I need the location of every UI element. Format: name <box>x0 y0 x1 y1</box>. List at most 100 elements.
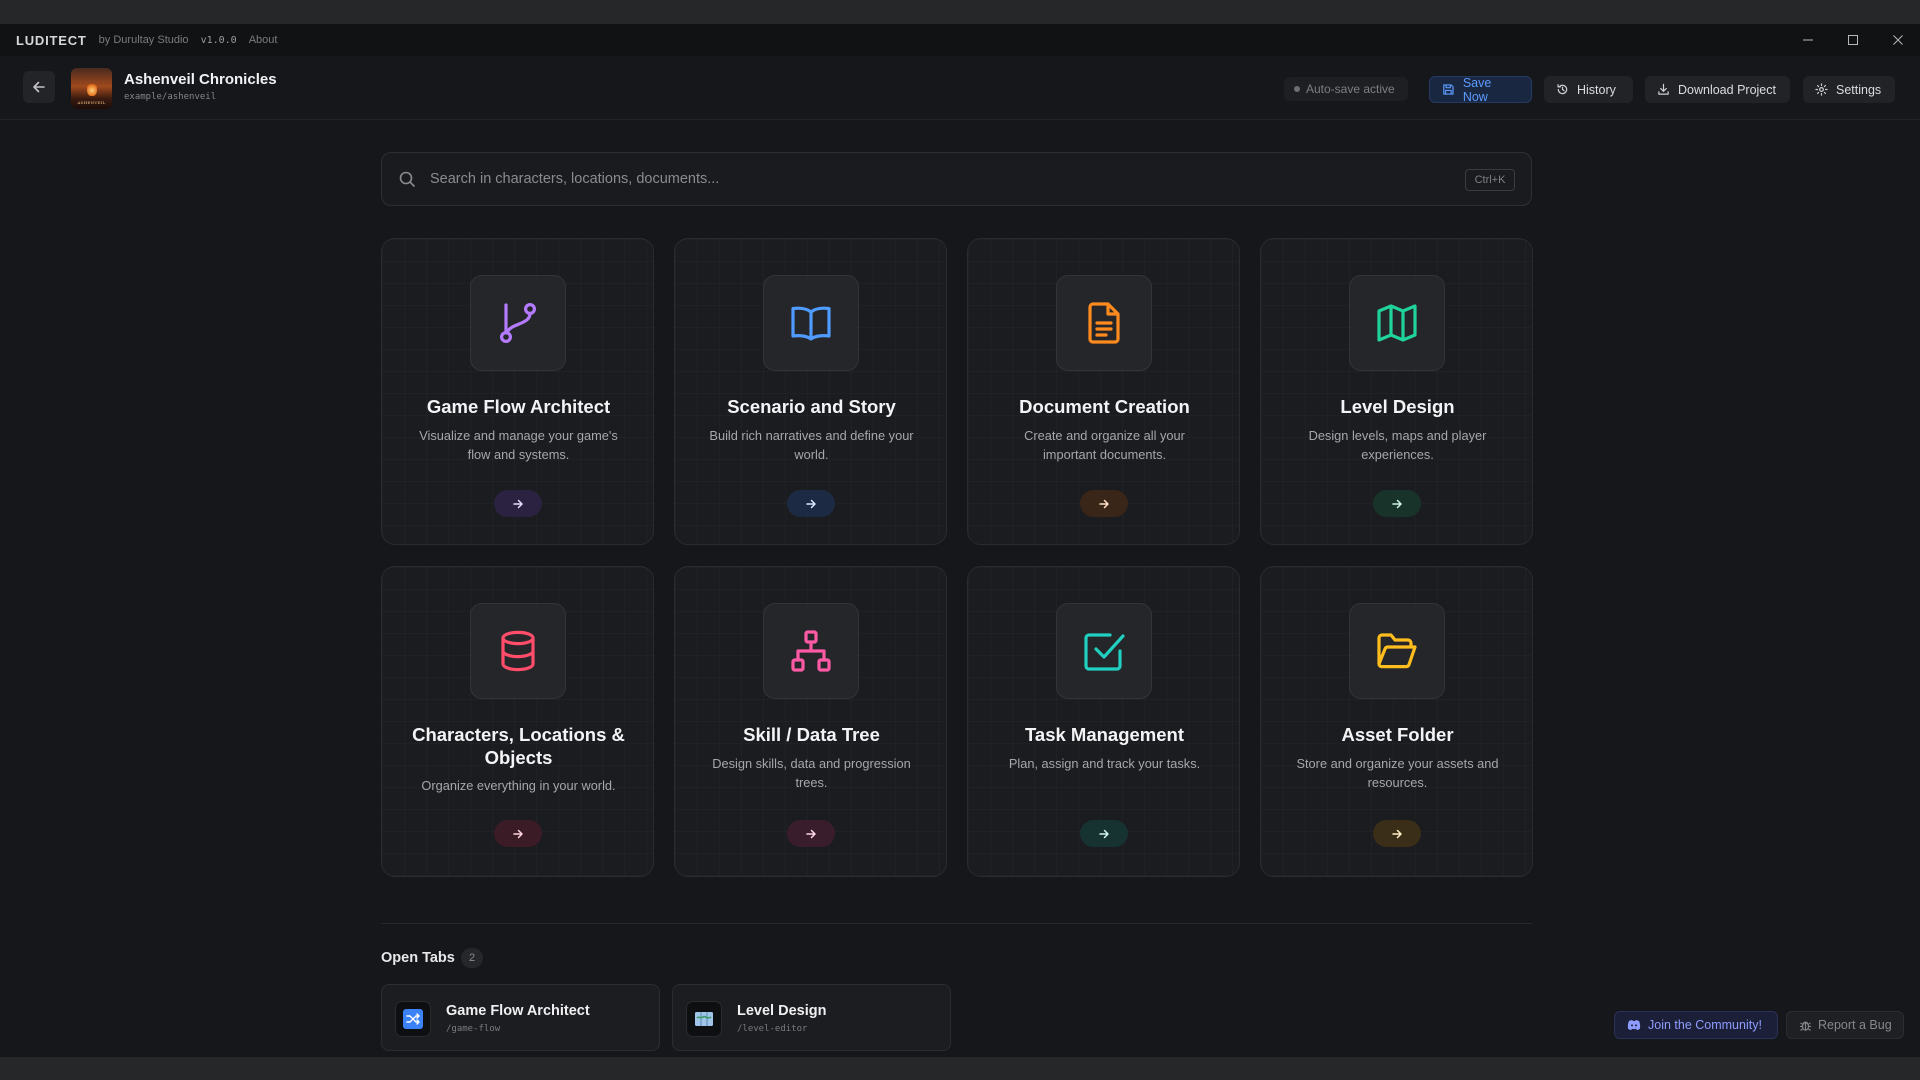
database-icon <box>501 630 535 672</box>
card-description: Build rich narratives and define your wo… <box>709 428 914 462</box>
bottom-strip <box>0 1057 1920 1080</box>
card-icon-box <box>763 603 859 699</box>
card-icon-box <box>470 275 566 371</box>
flame-art <box>87 82 97 96</box>
card-icon-box <box>470 603 566 699</box>
card-description: Design skills, data and progression tree… <box>712 756 911 790</box>
arrow-right-icon <box>513 829 523 838</box>
studio-credit: by Durultay Studio <box>98 34 189 46</box>
card-open-button[interactable] <box>787 490 835 517</box>
git-branch-icon <box>499 302 537 343</box>
tab-icon-box <box>686 1001 722 1037</box>
card-open-button[interactable] <box>1080 820 1128 847</box>
card-title: Characters, Locations & Objects <box>412 724 625 768</box>
arrow-right-icon <box>1392 499 1402 508</box>
history-icon <box>1557 84 1568 95</box>
history-label: History <box>1577 82 1616 97</box>
search-icon <box>399 171 415 187</box>
gear-icon <box>1815 83 1828 96</box>
join-community-button[interactable]: Join the Community! <box>1614 1011 1778 1039</box>
project-path: example/ashenveil <box>124 92 217 102</box>
title-bar: LUDITECT by Durultay Studio v1.0.0 About <box>0 24 1920 56</box>
tab-name: Level Design <box>737 1003 827 1019</box>
search-input[interactable] <box>430 153 1380 205</box>
card-open-button[interactable] <box>494 490 542 517</box>
map-icon <box>1377 304 1417 342</box>
search-shortcut: Ctrl+K <box>1465 169 1515 191</box>
arrow-left-icon <box>33 81 45 93</box>
arrow-right-icon <box>1099 829 1109 838</box>
card-scenario-and-story[interactable]: Scenario and Story Build rich narratives… <box>674 238 947 545</box>
back-button[interactable] <box>23 71 55 103</box>
card-title: Level Design <box>1340 396 1455 417</box>
report-bug-button[interactable]: Report a Bug <box>1786 1011 1904 1039</box>
close-icon <box>1892 35 1903 45</box>
card-icon-box <box>1349 275 1445 371</box>
card-title: Game Flow Architect <box>426 396 611 417</box>
download-project-button[interactable]: Download Project <box>1645 76 1790 103</box>
card-icon-box <box>1056 275 1152 371</box>
arrow-right-icon <box>806 829 816 838</box>
discord-icon <box>1627 1020 1641 1030</box>
arrow-right-icon <box>1099 499 1109 508</box>
arrow-right-icon <box>513 499 523 508</box>
open-book-icon <box>791 306 831 341</box>
project-header: ASHENVEIL Ashenveil Chronicles example/a… <box>0 56 1920 120</box>
bug-icon <box>1799 1021 1812 1031</box>
status-dot <box>1294 86 1300 92</box>
card-description: Organize everything in your world. <box>421 778 616 793</box>
card-open-button[interactable] <box>787 820 835 847</box>
arrow-right-icon <box>1392 829 1402 838</box>
window-controls <box>1785 24 1920 56</box>
card-title: Skill / Data Tree <box>743 724 880 745</box>
autosave-status: Auto-save active <box>1284 77 1408 101</box>
minimize-button[interactable] <box>1785 24 1830 56</box>
card-characters-locations-objects[interactable]: Characters, Locations & Objects Organize… <box>381 566 654 877</box>
card-level-design[interactable]: Level Design Design levels, maps and pla… <box>1260 238 1533 545</box>
card-skill-data-tree[interactable]: Skill / Data Tree Design skills, data an… <box>674 566 947 877</box>
open-tabs-count: 2 <box>461 948 483 968</box>
card-icon-box <box>763 275 859 371</box>
open-tab-level-design[interactable]: Level Design /level-editor <box>672 984 951 1051</box>
about-link[interactable]: About <box>249 34 278 46</box>
download-icon <box>1658 83 1669 95</box>
minimize-icon <box>1802 39 1813 41</box>
card-document-creation[interactable]: Document Creation Create and organize al… <box>967 238 1240 545</box>
card-task-management[interactable]: Task Management Plan, assign and track y… <box>967 566 1240 877</box>
project-title: Ashenveil Chronicles <box>124 71 277 88</box>
card-description: Create and organize all your important d… <box>1024 428 1185 462</box>
card-description: Visualize and manage your game's flow an… <box>419 428 618 462</box>
autosave-label: Auto-save active <box>1306 82 1395 96</box>
maximize-button[interactable] <box>1830 24 1875 56</box>
settings-button[interactable]: Settings <box>1803 76 1895 103</box>
card-open-button[interactable] <box>1080 490 1128 517</box>
card-open-button[interactable] <box>494 820 542 847</box>
card-description: Plan, assign and track your tasks. <box>1008 756 1201 771</box>
search-bar: Ctrl+K <box>381 152 1532 206</box>
top-strip <box>0 0 1920 24</box>
shuffle-icon <box>403 1009 423 1029</box>
card-description: Design levels, maps and player experienc… <box>1308 428 1487 462</box>
card-icon-box <box>1056 603 1152 699</box>
close-button[interactable] <box>1875 24 1920 56</box>
join-community-label: Join the Community! <box>1648 1018 1762 1032</box>
card-game-flow-architect[interactable]: Game Flow Architect Visualize and manage… <box>381 238 654 545</box>
open-tab-game-flow[interactable]: Game Flow Architect /game-flow <box>381 984 660 1051</box>
settings-label: Settings <box>1836 82 1882 97</box>
card-asset-folder[interactable]: Asset Folder Store and organize your ass… <box>1260 566 1533 877</box>
tab-icon-box <box>395 1001 431 1037</box>
card-open-button[interactable] <box>1373 820 1421 847</box>
history-button[interactable]: History <box>1544 76 1633 103</box>
report-bug-label: Report a Bug <box>1818 1018 1892 1032</box>
save-now-label: Save Now <box>1462 75 1492 104</box>
save-icon <box>1443 84 1454 95</box>
app-name: LUDITECT <box>16 32 87 48</box>
card-open-button[interactable] <box>1373 490 1421 517</box>
tab-path: /game-flow <box>446 1024 501 1034</box>
tab-name: Game Flow Architect <box>446 1003 590 1019</box>
folder-open-icon <box>1377 633 1417 669</box>
thumbnail-text: ASHENVEIL <box>77 100 106 105</box>
document-icon <box>1088 302 1120 344</box>
app-version: v1.0.0 <box>200 34 237 46</box>
save-now-button[interactable]: Save Now <box>1429 75 1532 104</box>
